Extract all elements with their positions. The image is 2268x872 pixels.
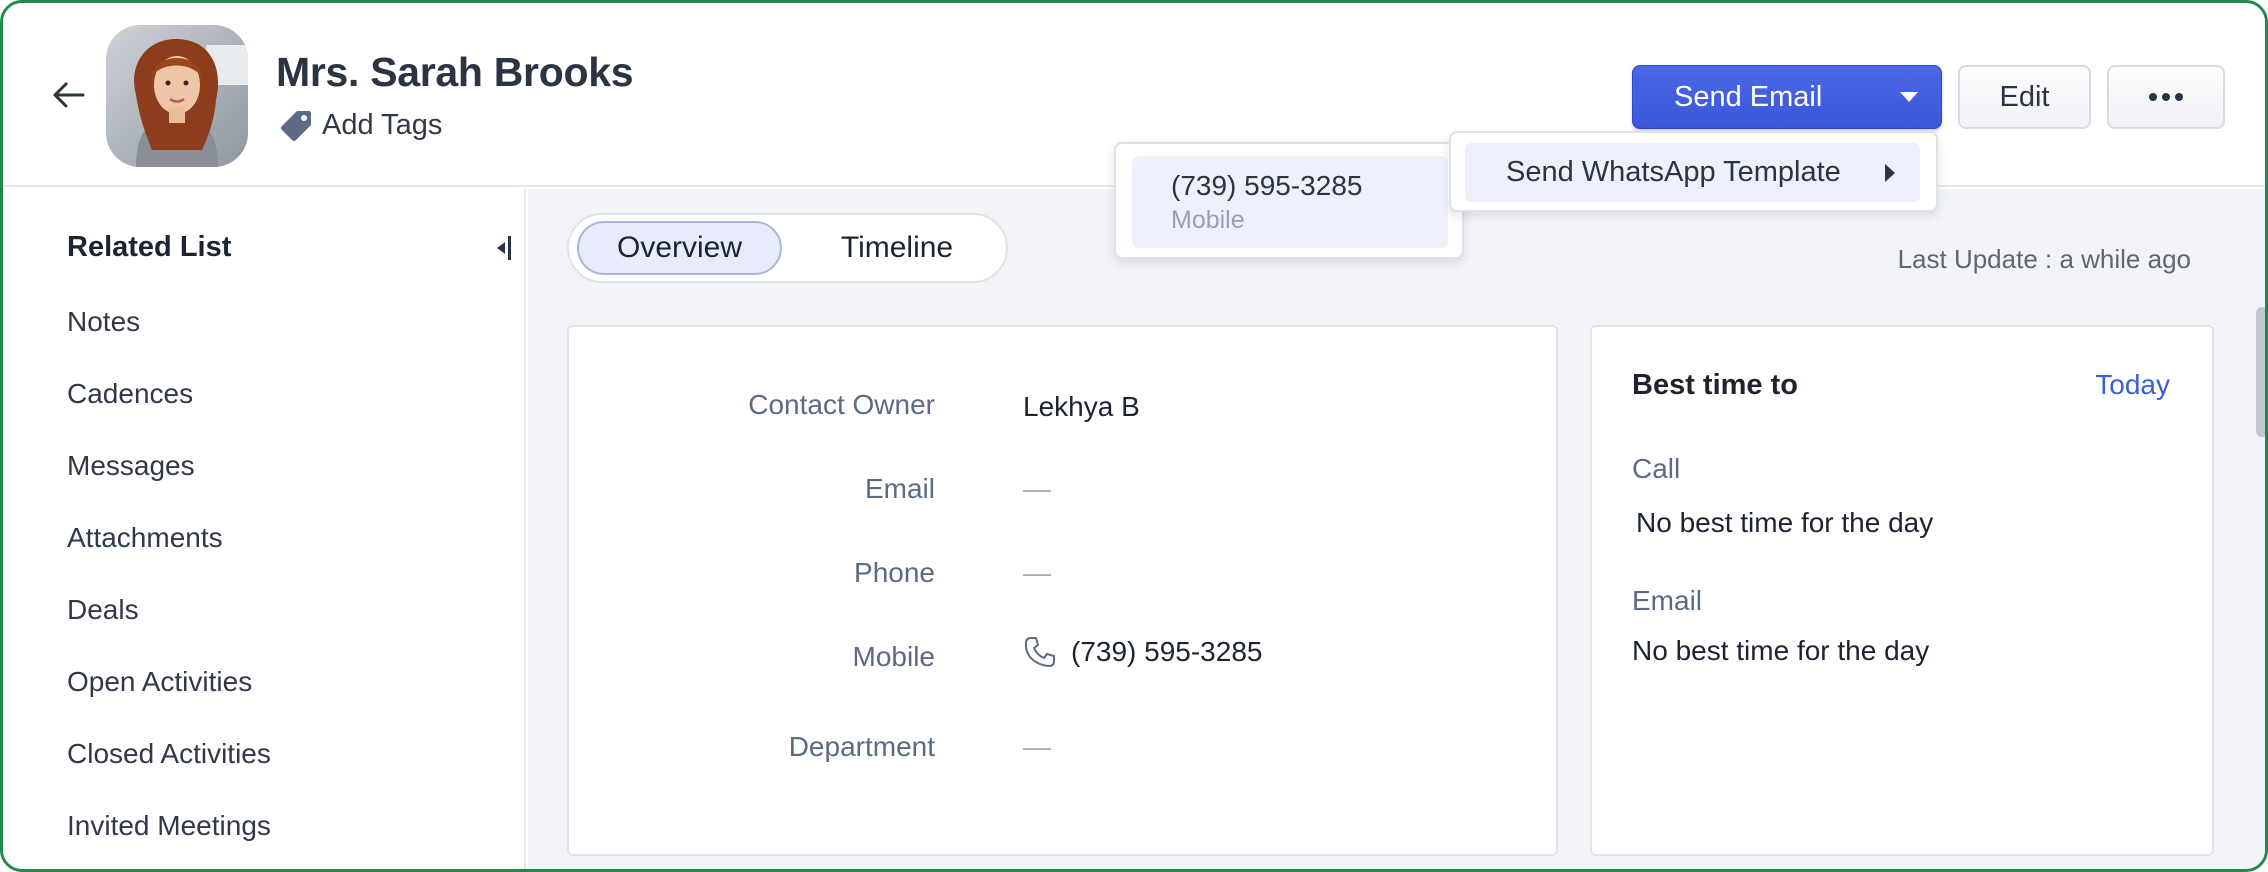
contact-name: Mrs. Sarah Brooks bbox=[276, 49, 634, 95]
field-value-department[interactable]: — bbox=[1023, 731, 1051, 763]
related-list-title: Related List bbox=[67, 231, 232, 263]
tab-overview[interactable]: Overview bbox=[577, 221, 782, 275]
field-value-mobile: (739) 595-3285 bbox=[1023, 635, 1262, 669]
add-tags-button[interactable]: Add Tags bbox=[278, 107, 442, 143]
more-actions-button[interactable] bbox=[2107, 65, 2225, 129]
scrollbar[interactable] bbox=[2256, 307, 2265, 437]
related-list: Notes Cadences Messages Attachments Deal… bbox=[67, 304, 271, 869]
caret-down-icon bbox=[1900, 92, 1918, 102]
field-label-contact-owner: Contact Owner bbox=[748, 389, 935, 420]
related-item-closed-activities[interactable]: Closed Activities bbox=[67, 736, 271, 808]
best-time-title: Best time to bbox=[1632, 369, 1798, 401]
more-horizontal-icon bbox=[2149, 93, 2183, 101]
mobile-number[interactable]: (739) 595-3285 bbox=[1071, 636, 1262, 668]
phone-option-type: Mobile bbox=[1171, 206, 1245, 234]
menu-item-send-whatsapp-template[interactable]: Send WhatsApp Template bbox=[1465, 143, 1920, 202]
related-item-notes[interactable]: Notes bbox=[67, 304, 271, 376]
send-options-dropdown[interactable] bbox=[1877, 66, 1941, 128]
back-arrow-icon[interactable] bbox=[49, 75, 89, 115]
related-list-sidebar: Related List Notes Cadences Messages Att… bbox=[3, 189, 526, 869]
contact-details-card: Contact Owner Lekhya B Email — Phone — M… bbox=[567, 325, 1558, 856]
send-email-button[interactable]: Send Email bbox=[1633, 81, 1877, 114]
field-label-mobile: Mobile bbox=[852, 641, 935, 672]
best-time-call-text: No best time for the day bbox=[1636, 507, 1934, 538]
phone-option[interactable]: (739) 595-3285 Mobile bbox=[1132, 156, 1448, 248]
related-item-messages[interactable]: Messages bbox=[67, 448, 271, 520]
caret-right-icon bbox=[1885, 164, 1895, 182]
send-email-split-button[interactable]: Send Email bbox=[1632, 65, 1942, 129]
field-value-phone[interactable]: — bbox=[1023, 557, 1051, 589]
related-item-attachments[interactable]: Attachments bbox=[67, 520, 271, 592]
avatar bbox=[106, 25, 248, 167]
last-update-text: Last Update : a while ago bbox=[1897, 244, 2191, 274]
phone-option-number: (739) 595-3285 bbox=[1171, 170, 1363, 201]
field-value-email[interactable]: — bbox=[1023, 473, 1051, 505]
tab-timeline[interactable]: Timeline bbox=[791, 221, 1003, 275]
menu-item-label: Send WhatsApp Template bbox=[1506, 156, 1841, 188]
tag-icon bbox=[281, 111, 311, 141]
field-label-department: Department bbox=[788, 731, 935, 762]
field-label-email: Email bbox=[864, 473, 935, 504]
add-tags-label: Add Tags bbox=[322, 108, 443, 141]
field-label-phone: Phone bbox=[854, 557, 935, 588]
related-item-deals[interactable]: Deals bbox=[67, 592, 271, 664]
best-time-card: Best time to Today Call No best time for… bbox=[1590, 325, 2214, 856]
field-value-contact-owner[interactable]: Lekhya B bbox=[1023, 391, 1140, 423]
view-tabs: Overview Timeline bbox=[567, 213, 1008, 283]
related-item-cadences[interactable]: Cadences bbox=[67, 376, 271, 448]
best-time-period-selector[interactable]: Today bbox=[2095, 369, 2170, 401]
phone-icon[interactable] bbox=[1023, 635, 1057, 669]
app-window: Mrs. Sarah Brooks Add Tags Send Email Ed… bbox=[0, 0, 2268, 872]
best-time-email-label: Email bbox=[1632, 585, 1703, 616]
collapse-sidebar-icon[interactable] bbox=[491, 233, 513, 263]
edit-button[interactable]: Edit bbox=[1958, 65, 2091, 129]
best-time-call-label: Call bbox=[1632, 453, 1681, 484]
phone-number-popup: (739) 595-3285 Mobile bbox=[1114, 142, 1464, 259]
related-item-open-activities[interactable]: Open Activities bbox=[67, 664, 271, 736]
send-options-menu: Send WhatsApp Template bbox=[1449, 131, 1938, 212]
main-content: Overview Timeline Last Update : a while … bbox=[528, 189, 2265, 869]
related-item-invited-meetings[interactable]: Invited Meetings bbox=[67, 808, 271, 869]
best-time-email-text: No best time for the day bbox=[1632, 635, 1930, 666]
